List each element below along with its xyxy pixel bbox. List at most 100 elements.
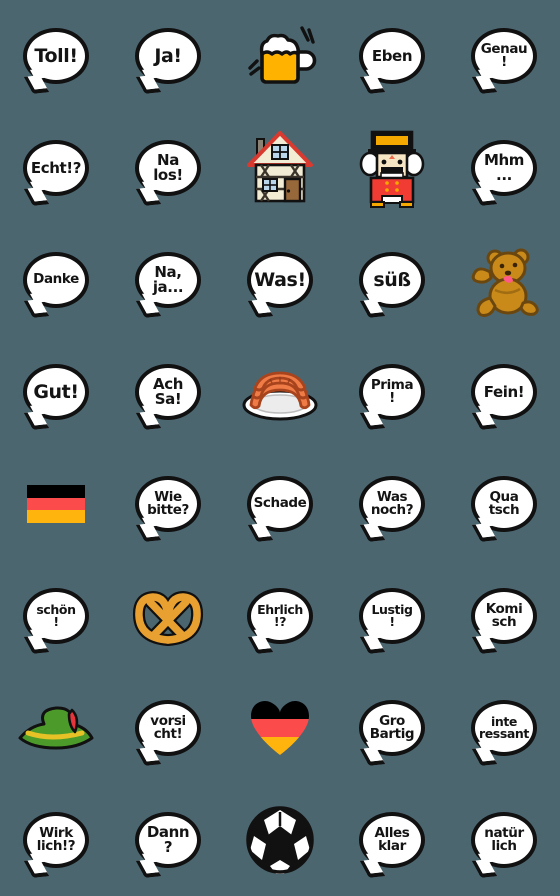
emoji-cell-lustig[interactable]: Lustig ! (336, 560, 448, 672)
emoji-art-grossartig: Gro Bartig (344, 680, 440, 776)
emoji-cell-pretzel[interactable] (112, 560, 224, 672)
emoji-label-was: Was! (254, 268, 306, 291)
speech-bubble-icon: süß (359, 252, 425, 318)
emoji-cell-schade[interactable]: Schade (224, 448, 336, 560)
emoji-art-gut: Gut! (8, 344, 104, 440)
emoji-cell-house[interactable] (224, 112, 336, 224)
emoji-art-schade: Schade (232, 456, 328, 552)
emoji-cell-danke[interactable]: Danke (0, 224, 112, 336)
emoji-cell-sausages[interactable] (224, 336, 336, 448)
emoji-cell-was[interactable]: Was! (224, 224, 336, 336)
emoji-cell-interessant[interactable]: inte ressant (448, 672, 560, 784)
emoji-cell-wiebitte[interactable]: Wie bitte? (112, 448, 224, 560)
emoji-cell-komisch[interactable]: Komi sch (448, 560, 560, 672)
emoji-cell-eben[interactable]: Eben (336, 0, 448, 112)
emoji-label-natuerlich: natür lich (484, 824, 524, 854)
emoji-art-komisch: Komi sch (456, 568, 552, 664)
emoji-cell-quatsch[interactable]: Qua tsch (448, 448, 560, 560)
speech-bubble-icon: Echt!? (23, 140, 89, 206)
emoji-cell-genau[interactable]: Genau ! (448, 0, 560, 112)
speech-bubble-icon: Toll! (23, 28, 89, 94)
emoji-label-danke: Danke (33, 271, 79, 288)
speech-bubble-icon: Alles klar (359, 812, 425, 878)
bratwurst-plate-icon (238, 357, 322, 427)
emoji-art-ja: Ja! (120, 8, 216, 104)
speech-bubble-icon: Ehrlich !? (247, 588, 313, 654)
speech-bubble-icon: inte ressant (471, 700, 537, 766)
speech-bubble-icon: Prima ! (359, 364, 425, 430)
speech-bubble-tail-icon (359, 747, 386, 766)
emoji-cell-fein[interactable]: Fein! (448, 336, 560, 448)
speech-bubble-icon: schön ! (23, 588, 89, 654)
emoji-cell-wasnoch[interactable]: Was noch? (336, 448, 448, 560)
emoji-label-prima: Prima ! (370, 376, 414, 406)
speech-bubble-tail-icon (23, 635, 50, 654)
speech-bubble-tail-icon (247, 635, 274, 654)
speech-bubble-tail-icon (471, 523, 498, 542)
emoji-label-quatsch: Qua tsch (488, 488, 520, 518)
emoji-cell-teddy[interactable] (448, 224, 560, 336)
emoji-cell-gut[interactable]: Gut! (0, 336, 112, 448)
emoji-cell-nutcracker[interactable] (336, 112, 448, 224)
emoji-label-wiebitte: Wie bitte? (147, 488, 189, 518)
emoji-cell-achsa[interactable]: Ach Sa! (112, 336, 224, 448)
speech-bubble-tail-icon (471, 747, 498, 766)
emoji-cell-schoen[interactable]: schön ! (0, 560, 112, 672)
emoji-cell-ja[interactable]: Ja! (112, 0, 224, 112)
speech-bubble-icon: Gro Bartig (359, 700, 425, 766)
speech-bubble-icon: Ja! (135, 28, 201, 94)
emoji-art-prima: Prima ! (344, 344, 440, 440)
emoji-cell-naja[interactable]: Na, ja... (112, 224, 224, 336)
emoji-art-wirklich: Wirk lich!? (8, 792, 104, 888)
emoji-cell-grossartig[interactable]: Gro Bartig (336, 672, 448, 784)
speech-bubble-tail-icon (23, 299, 50, 318)
emoji-label-gut: Gut! (33, 380, 79, 403)
emoji-cell-heartflag[interactable] (224, 672, 336, 784)
emoji-art-natuerlich: natür lich (456, 792, 552, 888)
emoji-cell-suess[interactable]: süß (336, 224, 448, 336)
emoji-art-danke: Danke (8, 232, 104, 328)
emoji-cell-dann[interactable]: Dann ? (112, 784, 224, 896)
nutcracker-icon (353, 126, 431, 210)
emoji-cell-nalos[interactable]: Na los! (112, 112, 224, 224)
emoji-cell-wirklich[interactable]: Wirk lich!? (0, 784, 112, 896)
beer-mug-icon (238, 14, 322, 98)
emoji-cell-prima[interactable]: Prima ! (336, 336, 448, 448)
emoji-art-lustig: Lustig ! (344, 568, 440, 664)
emoji-cell-hat[interactable] (0, 672, 112, 784)
emoji-art-ehrlich: Ehrlich !? (232, 568, 328, 664)
tyrolean-hat-icon (14, 700, 98, 756)
emoji-cell-mhm[interactable]: Mhm ... (448, 112, 560, 224)
speech-bubble-icon: vorsi cht! (135, 700, 201, 766)
emoji-art-teddy (456, 232, 552, 328)
speech-bubble-tail-icon (23, 411, 50, 430)
speech-bubble-tail-icon (23, 187, 50, 206)
speech-bubble-tail-icon (135, 411, 162, 430)
emoji-label-mhm: Mhm ... (483, 151, 525, 184)
emoji-label-komisch: Komi sch (485, 600, 523, 630)
emoji-cell-flag[interactable] (0, 448, 112, 560)
speech-bubble-icon: Genau ! (471, 28, 537, 94)
emoji-art-nalos: Na los! (120, 120, 216, 216)
speech-bubble-tail-icon (23, 75, 50, 94)
emoji-art-toll: Toll! (8, 8, 104, 104)
emoji-cell-natuerlich[interactable]: natür lich (448, 784, 560, 896)
emoji-cell-ehrlich[interactable]: Ehrlich !? (224, 560, 336, 672)
emoji-cell-beer[interactable] (224, 0, 336, 112)
speech-bubble-tail-icon (359, 75, 386, 94)
pretzel-icon (128, 580, 208, 652)
emoji-art-wasnoch: Was noch? (344, 456, 440, 552)
emoji-label-dann: Dann ? (146, 823, 190, 856)
emoji-cell-allesklar[interactable]: Alles klar (336, 784, 448, 896)
emoji-art-dann: Dann ? (120, 792, 216, 888)
speech-bubble-tail-icon (135, 75, 162, 94)
emoji-cell-vorsicht[interactable]: vorsi cht! (112, 672, 224, 784)
emoji-art-pretzel (120, 568, 216, 664)
emoji-cell-echt[interactable]: Echt!? (0, 112, 112, 224)
emoji-cell-toll[interactable]: Toll! (0, 0, 112, 112)
emoji-cell-soccer[interactable] (224, 784, 336, 896)
emoji-art-hat (8, 680, 104, 776)
emoji-art-nutcracker (344, 120, 440, 216)
emoji-label-achsa: Ach Sa! (153, 375, 183, 408)
emoji-art-sausages (232, 344, 328, 440)
